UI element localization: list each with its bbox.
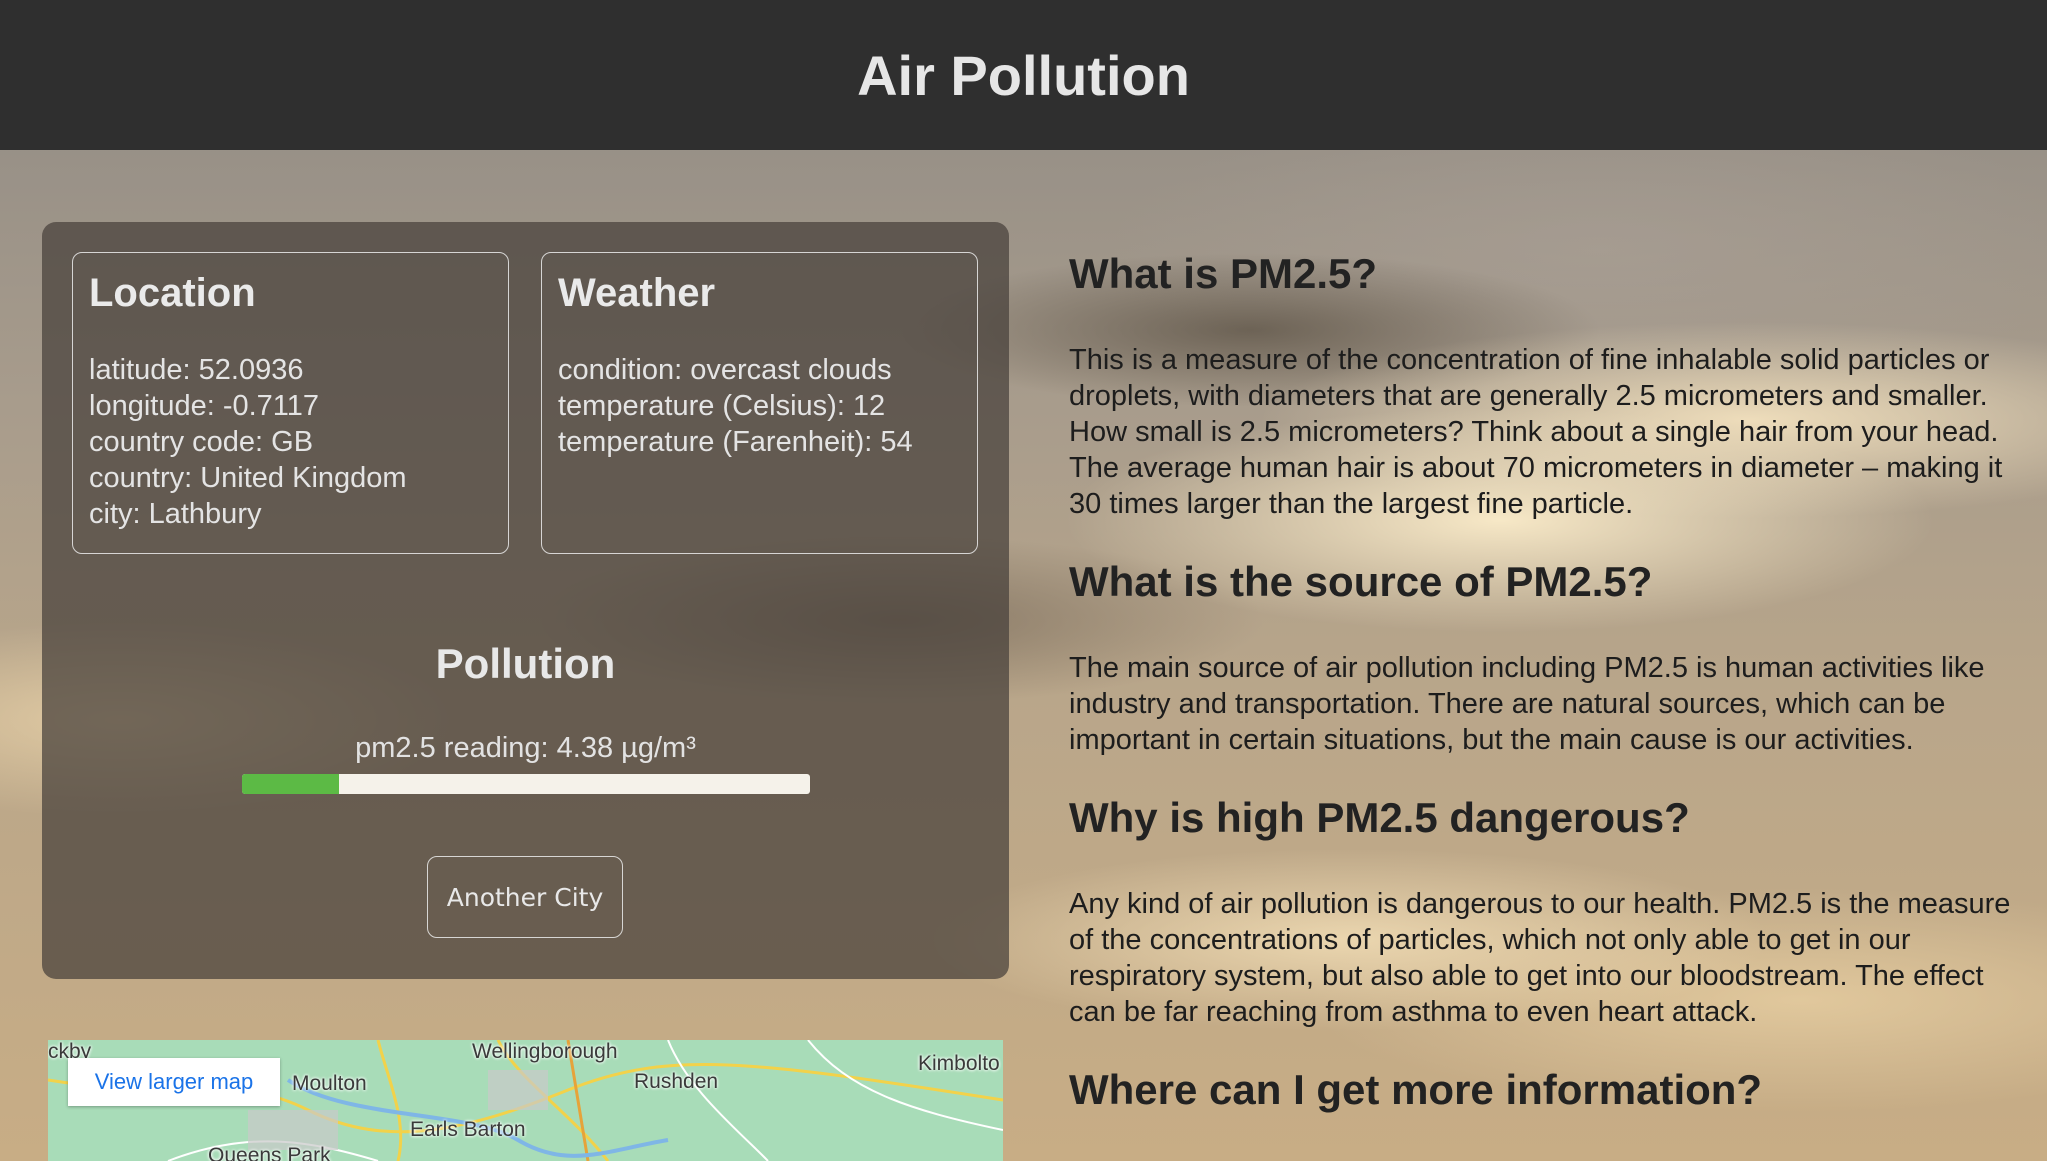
section-body: This is a measure of the concentration o…: [1069, 344, 2003, 520]
page-title: Air Pollution: [857, 43, 1190, 107]
location-heading: Location: [89, 271, 256, 315]
pm25-level-bar: [242, 774, 810, 794]
city-text: city: Lathbury: [89, 498, 262, 530]
page-header: Air Pollution: [0, 0, 2047, 150]
map-place-label: Moulton: [292, 1072, 367, 1095]
section-heading: Where can I get more information?: [1069, 1066, 1763, 1113]
temperature-fahrenheit-text: temperature (Farenheit): 54: [558, 426, 913, 458]
section-body: Any kind of air pollution is dangerous t…: [1069, 888, 2011, 1028]
pollution-heading: Pollution: [435, 640, 616, 687]
pm25-level-fill: [242, 774, 339, 794]
section-heading: Why is high PM2.5 dangerous?: [1069, 794, 1690, 841]
location-map[interactable]: ckby Wellingborough Kimbolto Moulton Rus…: [48, 1040, 1003, 1161]
weather-heading: Weather: [558, 271, 716, 315]
pm25-article: What is PM2.5? This is a measure of the …: [1069, 250, 2019, 1114]
latitude-text: latitude: 52.0936: [89, 354, 304, 386]
country-code-text: country code: GB: [89, 426, 314, 458]
map-place-label: Earls Barton: [410, 1118, 526, 1141]
map-place-label: Rushden: [634, 1070, 719, 1093]
pm25-reading: pm2.5 reading: 4.38 µg/m³: [355, 732, 696, 764]
section-heading: What is PM2.5?: [1069, 250, 1378, 297]
weather-box: Weather condition: overcast clouds tempe…: [541, 252, 978, 554]
another-city-button[interactable]: Another City: [427, 856, 623, 938]
condition-text: condition: overcast clouds: [558, 354, 892, 386]
temperature-celsius-text: temperature (Celsius): 12: [558, 390, 886, 422]
location-box: Location latitude: 52.0936 longitude: -0…: [72, 252, 509, 554]
section-body: The main source of air pollution includi…: [1069, 652, 1985, 756]
longitude-text: longitude: -0.7117: [89, 390, 320, 422]
view-larger-map-link[interactable]: View larger map: [68, 1058, 280, 1106]
map-place-label: Kimbolto: [918, 1052, 1000, 1075]
country-text: country: United Kingdom: [89, 462, 407, 494]
section-heading: What is the source of PM2.5?: [1069, 558, 1653, 605]
city-info-card: Location latitude: 52.0936 longitude: -0…: [42, 222, 1009, 979]
map-place-label: Queens Park: [208, 1144, 331, 1161]
map-place-label: Wellingborough: [472, 1040, 618, 1063]
